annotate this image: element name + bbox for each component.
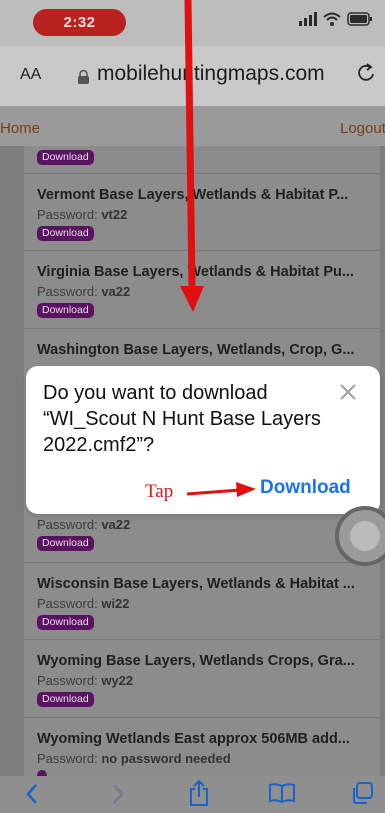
right-arrow-annotation bbox=[186, 482, 256, 497]
down-arrow-annotation bbox=[180, 0, 204, 312]
screen: 2:32 AA mobilehuntingmaps.com Home Logou… bbox=[0, 0, 385, 813]
back-icon[interactable] bbox=[25, 783, 39, 810]
tabs-icon[interactable] bbox=[350, 781, 374, 810]
annotation-arrows bbox=[180, 0, 256, 497]
bookmarks-icon[interactable] bbox=[268, 782, 296, 809]
share-icon[interactable] bbox=[188, 779, 210, 812]
browser-toolbar bbox=[0, 776, 385, 813]
forward-icon[interactable] bbox=[111, 783, 125, 810]
